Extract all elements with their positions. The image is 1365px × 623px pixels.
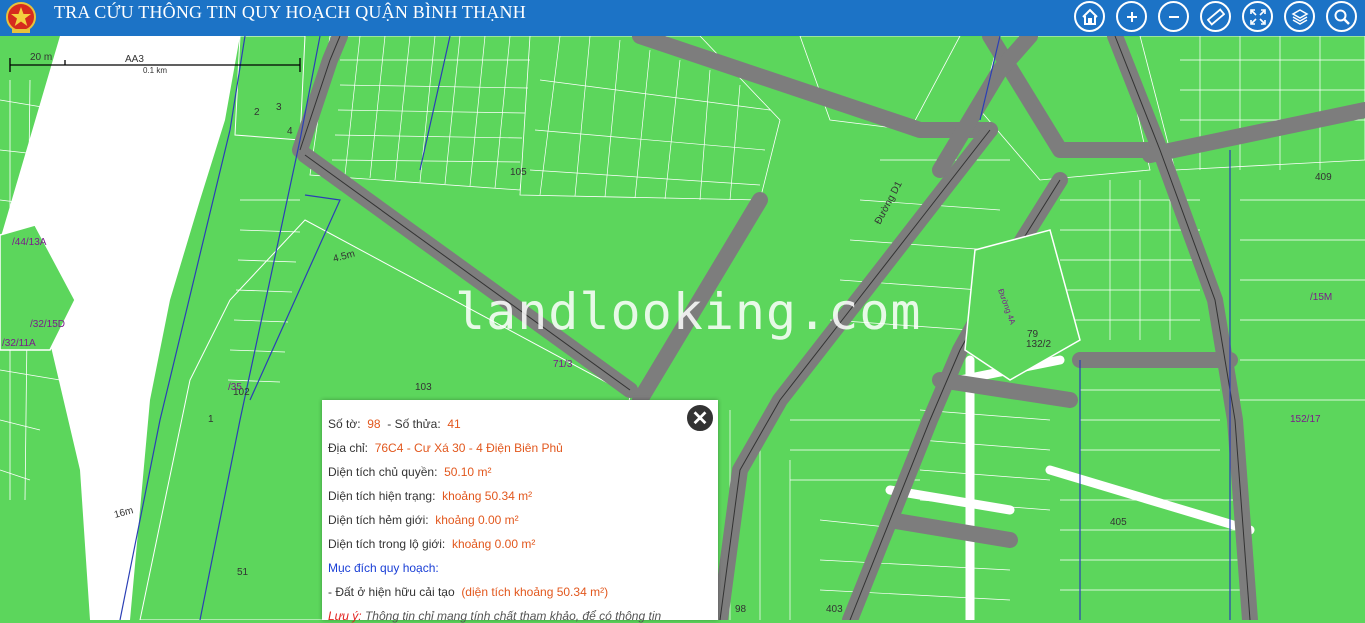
address-value: 76C4 - Cư Xá 30 - 4 Điện Biên Phủ xyxy=(374,441,563,455)
parcel-label-405: 405 xyxy=(1110,517,1127,528)
map-toolbar xyxy=(1074,0,1357,32)
app-header: TRA CỨU THÔNG TIN QUY HOẠCH QUẬN BÌNH TH… xyxy=(0,0,1365,36)
zoom-in-icon xyxy=(1126,11,1137,22)
zoom-out-button[interactable] xyxy=(1158,1,1189,32)
note-row: Lưu ý: Thông tin chỉ mang tính chất tham… xyxy=(328,609,661,623)
purpose-type: - Đất ở hiện hữu cải tạo xyxy=(328,585,455,599)
parcel-label-152-17: 152/17 xyxy=(1290,414,1321,425)
road-boundary-area-label: Diện tích trong lộ giới: xyxy=(328,537,446,551)
sheet-parcel-row: Số tờ: 98 - Số thửa: 41 xyxy=(328,417,461,431)
planning-purpose-item: - Đất ở hiện hữu cải tạo (diện tích khoả… xyxy=(328,585,608,599)
address-label: Địa chỉ: xyxy=(328,441,369,455)
parcel-label-32-11a: /32/11A xyxy=(2,338,36,349)
address-row: Địa chỉ: 76C4 - Cư Xá 30 - 4 Điện Biên P… xyxy=(328,441,563,455)
purpose-area: (diện tích khoảng 50.34 m²) xyxy=(461,585,609,599)
so-thua-value: 41 xyxy=(447,417,461,431)
parcel-label-98: 98 xyxy=(735,604,747,615)
home-icon xyxy=(1081,8,1098,25)
layers-icon xyxy=(1290,8,1309,25)
planning-purpose-heading: Mục đích quy hoạch: xyxy=(328,561,439,575)
parcel-label-403: 403 xyxy=(826,604,843,615)
note-text: Thông tin chỉ mang tính chất tham khảo, … xyxy=(364,609,662,623)
so-to-label: Số tờ: xyxy=(328,417,361,431)
alley-area-label: Diện tích hẻm giới: xyxy=(328,513,429,527)
parcel-label-35: /35 xyxy=(228,382,242,393)
measure-button[interactable] xyxy=(1200,1,1231,32)
home-button[interactable] xyxy=(1074,1,1105,32)
so-to-value: 98 xyxy=(367,417,381,431)
layers-button[interactable] xyxy=(1284,1,1315,32)
alley-area-value: khoảng 0.00 m² xyxy=(435,513,519,527)
note-label: Lưu ý: xyxy=(328,609,362,623)
parcel-info-popup: ✕ Số tờ: 98 - Số thửa: 41 Địa chỉ: 76C4 … xyxy=(322,400,718,623)
page-title: TRA CỨU THÔNG TIN QUY HOẠCH QUẬN BÌNH TH… xyxy=(54,2,526,22)
so-thua-label: - Số thửa: xyxy=(387,417,441,431)
zoom-out-icon xyxy=(1168,15,1179,18)
current-area-label: Diện tích hiện trạng: xyxy=(328,489,436,503)
scale-label-short: 20 m xyxy=(30,52,52,63)
parcel-label-32-15d: /32/15D xyxy=(30,319,65,330)
zoom-in-button[interactable] xyxy=(1116,1,1147,32)
fullscreen-button[interactable] xyxy=(1242,1,1273,32)
road-boundary-area-row: Diện tích trong lộ giới: khoảng 0.00 m² xyxy=(328,537,535,551)
parcel-label-51: 51 xyxy=(237,567,249,578)
measure-ruler-icon xyxy=(1206,7,1225,26)
owned-area-row: Diện tích chủ quyền: 50.10 m² xyxy=(328,465,491,479)
parcel-label-3: 3 xyxy=(276,102,282,113)
current-area-value: khoảng 50.34 m² xyxy=(442,489,533,503)
parcel-label-103: 103 xyxy=(415,382,432,393)
parcel-label-2: 2 xyxy=(254,107,260,118)
parcel-label-409: 409 xyxy=(1315,172,1332,183)
scale-label-long: 0.1 km xyxy=(143,66,167,75)
alley-area-row: Diện tích hẻm giới: khoảng 0.00 m² xyxy=(328,513,519,527)
parcel-label-1: 1 xyxy=(208,414,214,425)
national-emblem-icon xyxy=(6,2,36,33)
search-icon xyxy=(1334,9,1350,25)
parcel-label-105: 105 xyxy=(510,167,527,178)
parcel-label-44-13a: /44/13A xyxy=(12,237,47,248)
parcel-label-71-3: 71/3 xyxy=(553,359,573,370)
road-boundary-area-value: khoảng 0.00 m² xyxy=(451,537,536,551)
close-popup-button[interactable]: ✕ xyxy=(685,403,715,433)
search-button[interactable] xyxy=(1326,1,1357,32)
current-area-row: Diện tích hiện trạng: khoảng 50.34 m² xyxy=(328,489,532,503)
fullscreen-icon xyxy=(1249,8,1266,25)
parcel-label-15m: /15M xyxy=(1310,292,1332,303)
owned-area-label: Diện tích chủ quyền: xyxy=(328,465,438,479)
parcel-label-4: 4 xyxy=(287,126,293,137)
close-icon: ✕ xyxy=(691,407,709,430)
owned-area-value: 50.10 m² xyxy=(444,465,492,479)
parcel-label-132-2: 132/2 xyxy=(1026,339,1051,350)
parcel-label-aa3: AA3 xyxy=(125,54,144,65)
